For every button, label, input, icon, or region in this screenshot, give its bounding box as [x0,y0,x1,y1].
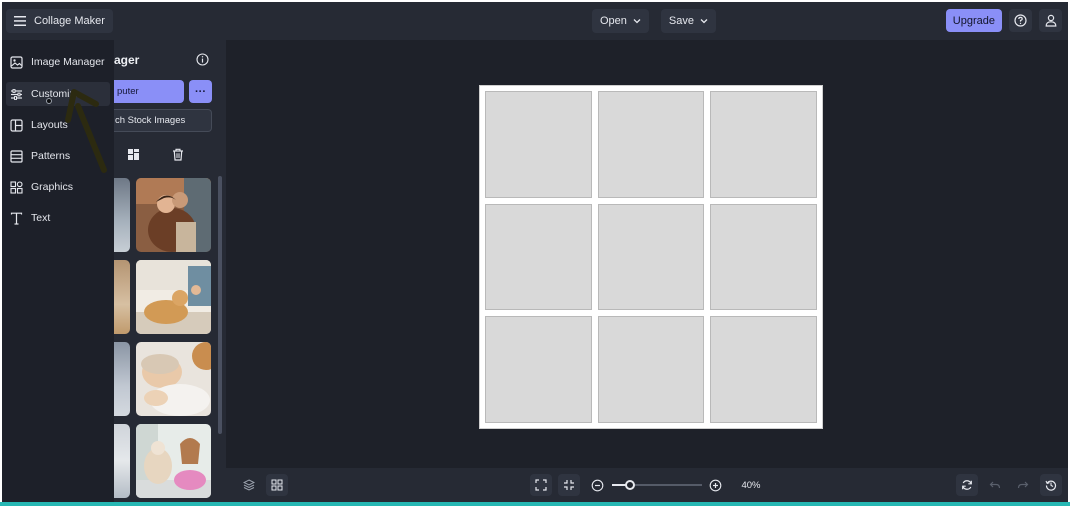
sidebar-item-image-manager[interactable]: Image Manager [6,50,110,74]
sidebar-item-label: Text [31,212,51,224]
image-thumbnail[interactable] [136,342,211,416]
panel-title: ager [114,53,140,67]
save-button[interactable]: Save [660,9,716,33]
zoom-out-icon [591,479,604,492]
redo-icon [1017,479,1029,491]
sidebar-item-label: Image Manager [31,56,105,68]
collage-cell[interactable] [485,91,592,198]
fit-to-screen-button[interactable] [530,474,552,496]
couple-photo [136,178,211,252]
rotate-button[interactable] [956,474,978,496]
bottom-accent-strip [0,502,1070,506]
search-stock-images-button[interactable]: ch Stock Images [114,109,212,132]
layout-icon [10,118,23,132]
top-bar: Collage Maker Open Save Upgrade [2,2,1068,40]
zoom-in-icon [709,479,722,492]
collage-cell[interactable] [485,316,592,423]
pattern-icon [10,149,23,163]
help-button[interactable] [1009,9,1032,32]
zoom-slider-handle[interactable] [625,480,635,490]
collage-cell[interactable] [710,203,817,311]
upload-from-computer-button[interactable]: puter [114,80,184,103]
image-thumbnail[interactable] [114,260,130,334]
trash-icon[interactable] [168,144,188,164]
account-button[interactable] [1039,9,1062,32]
auto-fill-grid-icon[interactable] [123,144,143,164]
layers-icon [243,479,255,491]
collage-cell[interactable] [597,91,705,198]
chevron-down-icon [633,18,641,24]
hamburger-icon [14,16,26,26]
text-icon [10,212,23,225]
undo-icon [989,479,1001,491]
dog-photo [136,260,211,334]
actual-size-button[interactable] [558,474,580,496]
image-thumbnail[interactable] [136,260,211,334]
grid-icon [271,479,283,491]
collage-cell[interactable] [485,203,592,311]
image-thumbnail[interactable] [136,178,211,252]
undo-button[interactable] [984,474,1006,496]
info-icon[interactable] [196,53,209,66]
layers-button[interactable] [238,474,260,496]
panel-scrollbar[interactable] [218,176,222,434]
collage-canvas[interactable] [479,85,823,429]
sidebar-item-graphics[interactable]: Graphics [6,175,110,199]
image-thumbnail[interactable] [136,424,211,498]
canvas-workspace[interactable] [226,40,1068,468]
user-icon [1045,14,1057,27]
collapse-icon [563,479,575,491]
redo-button[interactable] [1012,474,1034,496]
expand-icon [535,479,547,491]
image-manager-icon [10,55,23,69]
app-menu-button[interactable]: Collage Maker [6,9,113,33]
sidebar-item-label: Graphics [31,181,74,193]
sidebar-item-text[interactable]: Text [6,206,110,230]
open-button[interactable]: Open [592,9,649,33]
collage-cell[interactable] [597,203,705,311]
image-thumbnail[interactable] [114,342,130,416]
collage-cell[interactable] [710,316,817,423]
sliders-icon [10,88,23,101]
collage-maker-app: Collage Maker Open Save Upgrade Image Ma… [2,2,1068,502]
collage-cell[interactable] [597,316,705,423]
zoom-level[interactable]: 40% [732,475,770,495]
history-icon [1045,479,1057,491]
more-options-button[interactable]: ··· [189,80,212,103]
chevron-down-icon [700,18,708,24]
save-label: Save [668,15,694,27]
zoom-slider[interactable] [612,480,702,490]
bottom-toolbar: 40% [226,468,1068,502]
refresh-icon [961,479,973,491]
app-title: Collage Maker [34,15,105,27]
annotation-arrow [65,89,107,173]
help-icon [1014,14,1027,27]
grid-view-button[interactable] [266,474,288,496]
baby-photo [136,342,211,416]
upgrade-button[interactable]: Upgrade [945,9,1002,32]
collage-cell[interactable] [710,91,817,198]
image-manager-panel: ager puter ··· ch Stock Images [114,40,226,502]
history-button[interactable] [1040,474,1062,496]
girl-dog-photo [136,424,211,498]
mouse-cursor [46,98,52,104]
zoom-out-button[interactable] [586,474,608,496]
open-label: Open [600,15,627,27]
sidebar-item-label: Layouts [31,119,68,131]
image-thumbnail[interactable] [114,424,130,498]
zoom-in-button[interactable] [704,474,726,496]
graphics-icon [10,180,23,194]
image-thumbnail[interactable] [114,178,130,252]
